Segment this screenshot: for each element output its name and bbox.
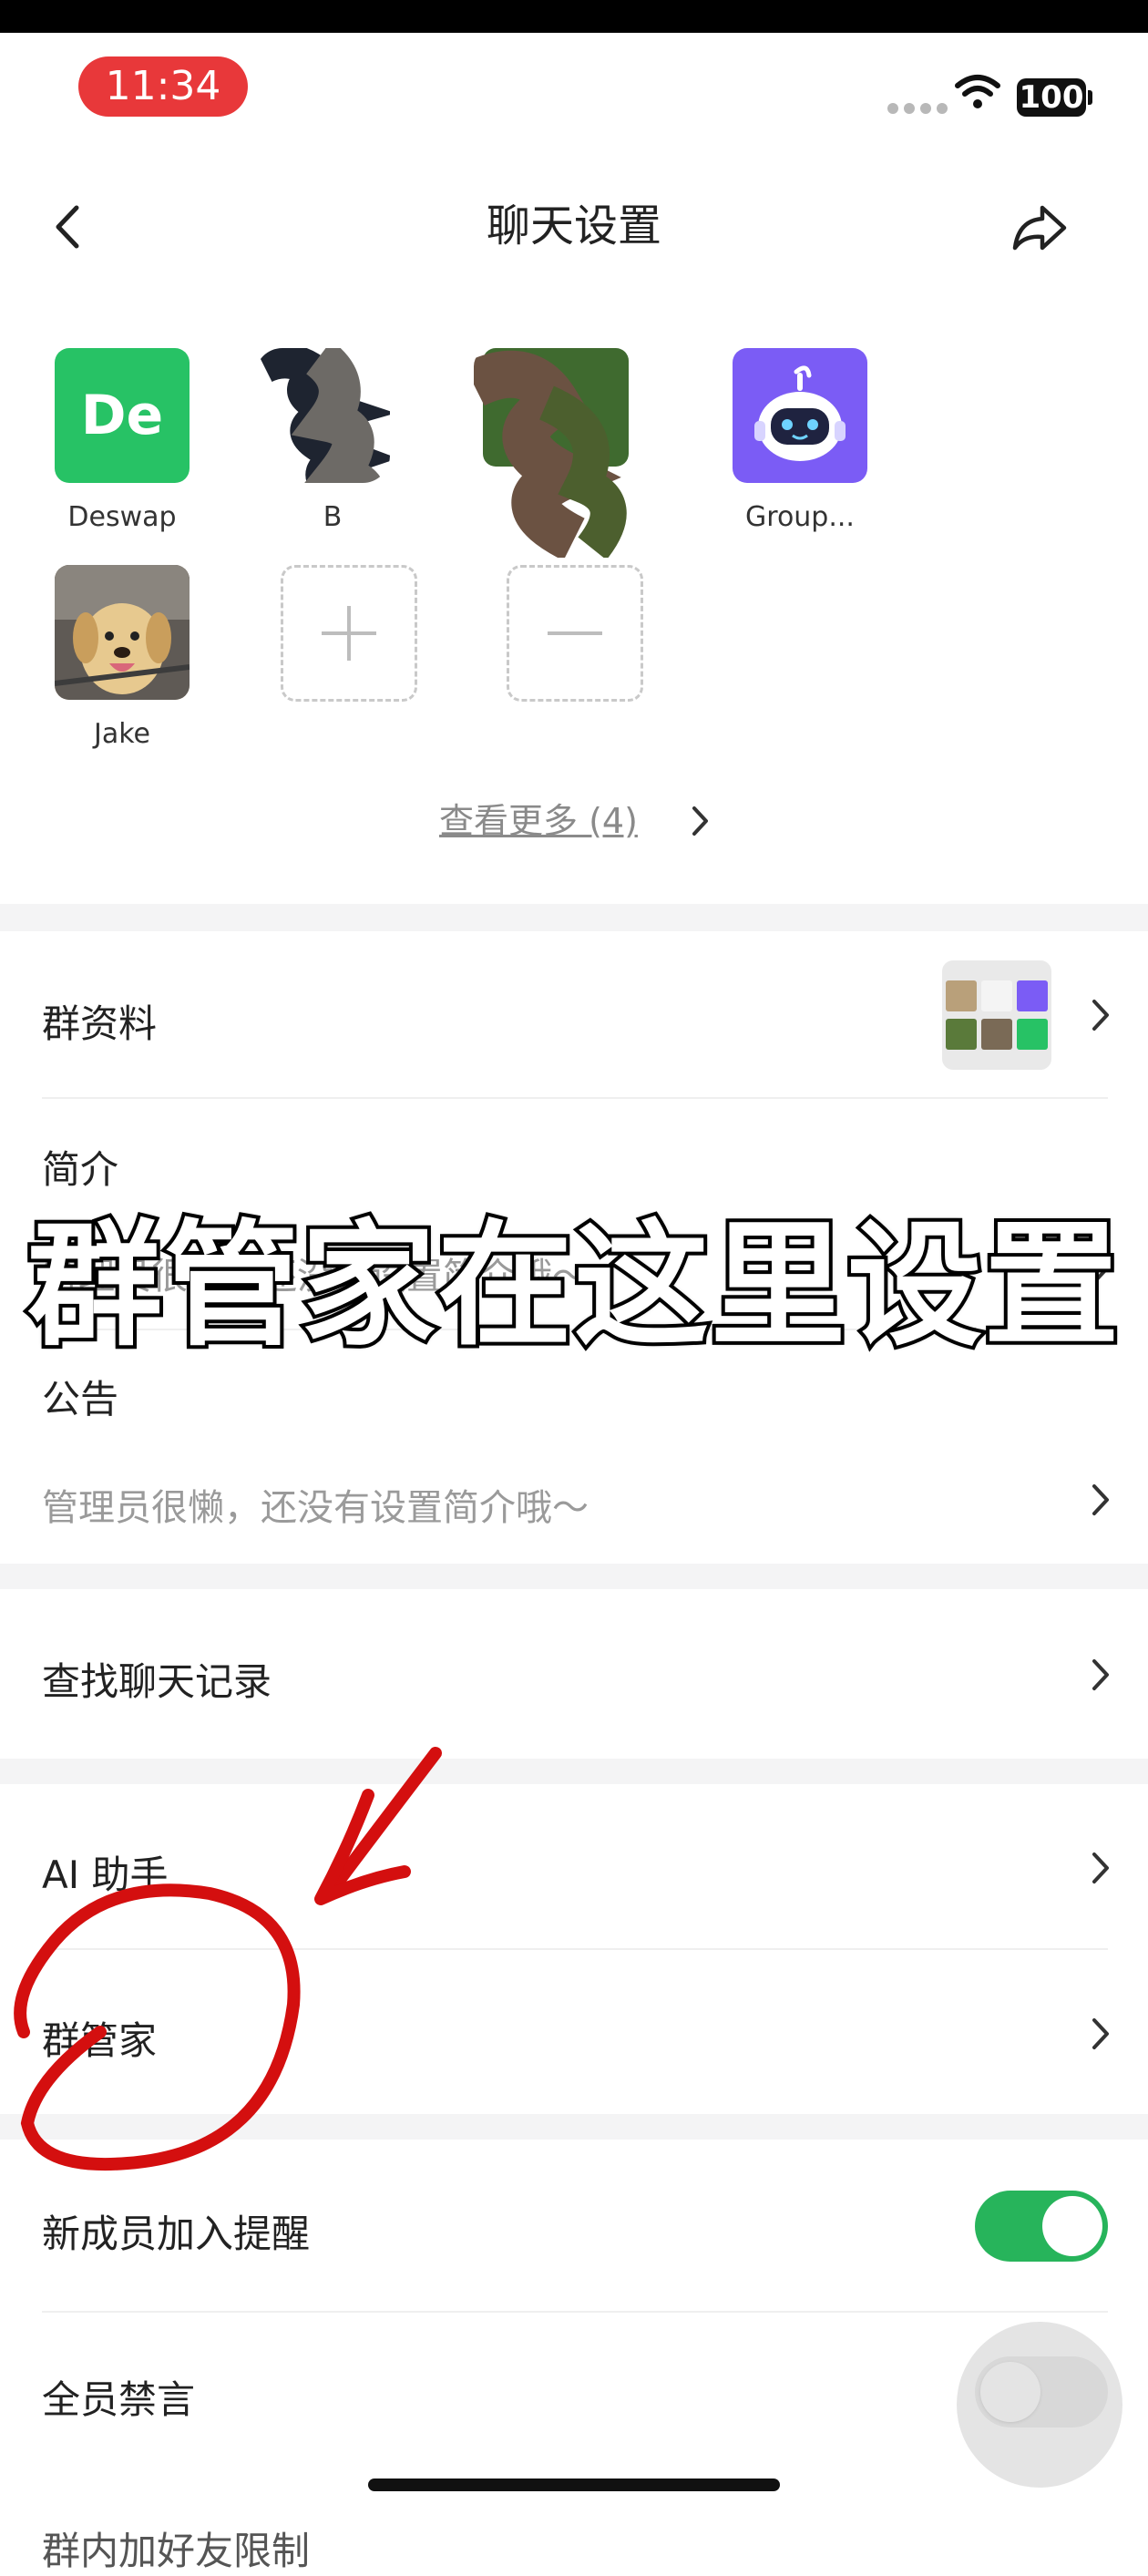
member-avatar-blurred[interactable] xyxy=(474,348,638,558)
add-member-button[interactable] xyxy=(281,565,417,702)
annotation-overlay-text: 群管家在这里设置 xyxy=(24,1204,1122,1368)
chevron-right-icon xyxy=(1092,1000,1109,1031)
friend-limit-label-partial: 群内加好友限制 xyxy=(42,2529,311,2573)
signal-dot xyxy=(887,103,898,114)
signal-dot xyxy=(937,103,948,114)
thumb-cell xyxy=(981,1019,1012,1050)
red-circle xyxy=(14,1883,301,2171)
member-avatar-jake[interactable] xyxy=(55,565,190,700)
section-gap xyxy=(0,904,1148,931)
row-divider xyxy=(42,2311,1108,2313)
notice-label: 公告 xyxy=(42,1377,119,1421)
thumb-cell xyxy=(1017,1019,1048,1050)
member-name: Group... xyxy=(745,501,855,533)
home-indicator[interactable] xyxy=(368,2479,780,2491)
thumb-cell xyxy=(981,980,1012,1011)
dog-photo xyxy=(55,565,190,700)
annotation-drawing xyxy=(14,1747,442,2171)
battery-tip xyxy=(1088,90,1092,105)
thumb-cell xyxy=(1017,980,1048,1011)
scribble-mask xyxy=(255,348,390,483)
member-name: Deswap xyxy=(67,501,177,533)
robot-icon xyxy=(754,365,846,461)
signal-dot xyxy=(920,103,931,114)
chevron-right-icon xyxy=(1092,2018,1109,2049)
page-title: 聊天设置 xyxy=(486,200,661,251)
search-history-label: 查找聊天记录 xyxy=(42,1659,272,1704)
member-avatar-blurred[interactable] xyxy=(255,348,390,483)
share-icon[interactable] xyxy=(1011,202,1068,253)
section-gap xyxy=(0,1564,1148,1589)
see-more-link[interactable]: 查看更多 (4) xyxy=(439,793,638,843)
chevron-right-icon xyxy=(692,806,708,836)
member-name: Jake xyxy=(94,718,150,750)
top-black-bar xyxy=(0,0,1148,33)
group-avatar-thumbnail xyxy=(942,960,1051,1070)
new-member-alert-label: 新成员加入提醒 xyxy=(42,2212,311,2256)
notice-value: 管理员很懒，还没有设置简介哦～ xyxy=(42,1487,589,1529)
thumb-cell xyxy=(946,980,977,1011)
chevron-right-icon xyxy=(1092,1852,1109,1883)
thumb-cell xyxy=(946,1019,977,1050)
signal-dot xyxy=(904,103,915,114)
mute-all-label: 全员禁言 xyxy=(42,2377,196,2422)
wifi-icon xyxy=(955,75,1000,108)
battery-indicator: 100 xyxy=(1017,78,1086,117)
back-icon[interactable] xyxy=(51,204,87,250)
group-profile-label: 群资料 xyxy=(42,1001,158,1046)
minus-icon xyxy=(548,631,602,635)
plus-icon xyxy=(322,606,376,661)
member-avatar-deswap[interactable]: De xyxy=(55,348,190,483)
chevron-right-icon xyxy=(1092,1484,1109,1515)
assistive-touch-button[interactable] xyxy=(957,2322,1122,2488)
member-name: B xyxy=(323,501,343,533)
remove-member-button[interactable] xyxy=(507,565,643,702)
avatar-text: De xyxy=(80,384,164,447)
new-member-alert-toggle[interactable] xyxy=(975,2191,1108,2262)
nav-bar: 聊天设置 xyxy=(0,173,1148,280)
toggle-knob xyxy=(1042,2196,1102,2256)
member-avatar-group-bot[interactable] xyxy=(733,348,867,483)
status-time: 11:34 xyxy=(78,56,248,117)
scribble-mask xyxy=(474,348,638,558)
chevron-right-icon xyxy=(1092,1659,1109,1690)
